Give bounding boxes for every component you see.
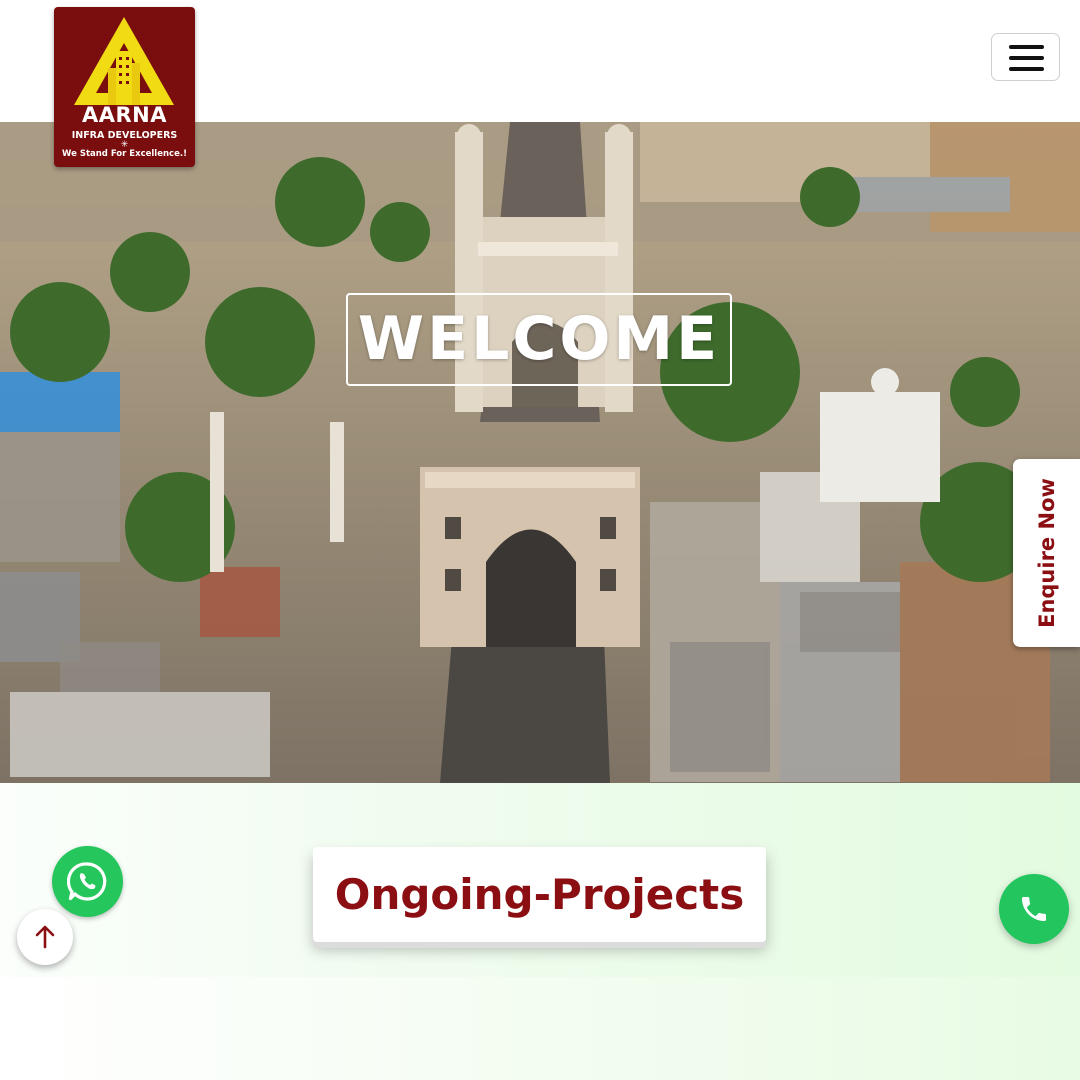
hamburger-icon-bar [1009, 67, 1044, 71]
section-bottom-band [0, 977, 1080, 1080]
menu-toggle-button[interactable] [991, 33, 1060, 81]
hamburger-icon [1009, 45, 1044, 49]
call-button[interactable] [999, 874, 1069, 944]
welcome-banner: WELCOME [346, 293, 732, 386]
enquire-now-label: Enquire Now [1034, 478, 1059, 628]
whatsapp-icon [67, 862, 107, 901]
logo-emblem-icon [74, 17, 174, 105]
hamburger-icon-bar [1009, 56, 1044, 60]
brand-tagline: We Stand For Excellence.! [62, 149, 187, 159]
enquire-now-button[interactable]: Enquire Now [1013, 459, 1080, 647]
scroll-to-top-button[interactable] [17, 909, 73, 965]
whatsapp-button[interactable] [52, 846, 123, 917]
hero-banner: WELCOME Enquire Now [0, 122, 1080, 783]
phone-icon [1022, 897, 1046, 921]
ongoing-projects-heading[interactable]: Ongoing-Projects [313, 847, 766, 942]
brand-name: AARNA [81, 103, 167, 127]
arrow-up-icon [35, 925, 55, 949]
brand-logo[interactable]: AARNA INFRA DEVELOPERS ✳ We Stand For Ex… [54, 7, 195, 167]
hero-city-image [0, 122, 1080, 783]
